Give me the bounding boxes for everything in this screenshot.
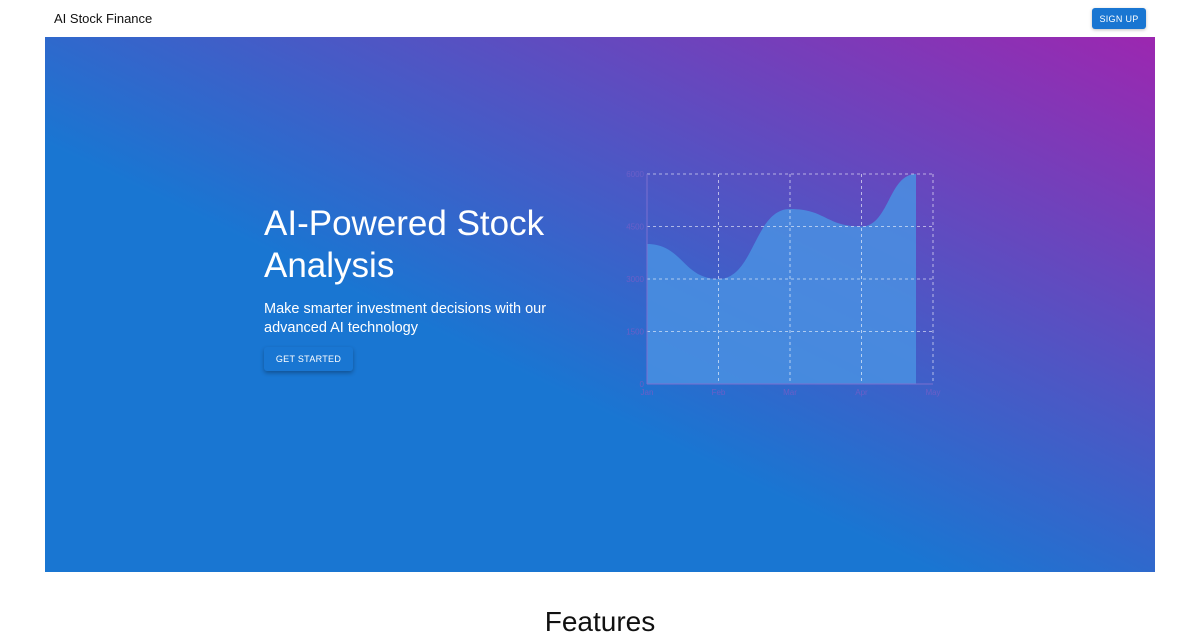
hero-title: AI-Powered Stock Analysis: [264, 204, 545, 285]
y-tick-label: 1500: [626, 328, 644, 337]
features-heading: Features: [544, 606, 656, 637]
stock-chart: 0 1500 3000 4500 6000 Jan Feb Mar Apr May: [615, 167, 955, 412]
x-tick-label: Mar: [783, 388, 797, 397]
hero-section: AI-Powered Stock Analysis Make smarter i…: [45, 37, 1155, 572]
x-tick-label: Apr: [855, 388, 868, 397]
y-tick-label: 6000: [626, 170, 644, 179]
app-bar: AI Stock Finance SIGN UP: [0, 0, 1200, 37]
get-started-button[interactable]: GET STARTED: [264, 347, 353, 371]
x-tick-label: Feb: [712, 388, 726, 397]
x-tick-label: Jan: [641, 388, 654, 397]
stock-area-chart: 01500300045006000Jan Feb Mar Apr May: [626, 170, 940, 397]
brand-name[interactable]: AI Stock Finance: [54, 11, 152, 26]
hero-subtitle: Make smarter investment decisions with o…: [264, 301, 547, 336]
x-tick-label: May: [925, 388, 940, 397]
y-tick-label: 4500: [626, 223, 644, 232]
sign-up-button[interactable]: SIGN UP: [1092, 8, 1146, 29]
y-tick-label: 3000: [626, 275, 644, 284]
